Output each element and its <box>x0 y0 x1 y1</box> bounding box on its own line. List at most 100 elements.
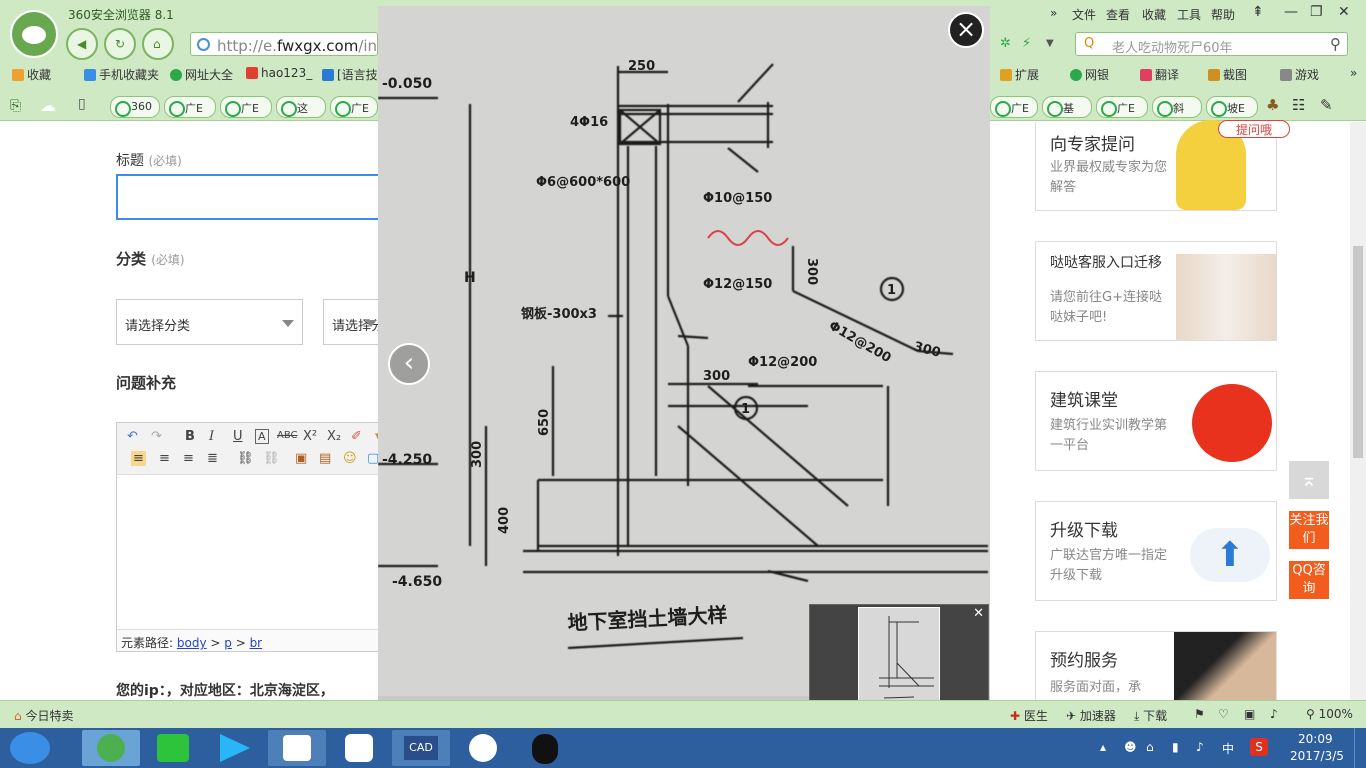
strikethrough-icon[interactable]: ABC <box>277 430 298 441</box>
tab-list-icon[interactable]: ⎘ <box>10 98 21 114</box>
bookmark-games[interactable]: 游戏 <box>1280 66 1319 83</box>
align-right-icon[interactable]: ≡ <box>183 451 194 466</box>
category-select-1[interactable]: 请选择分类 <box>116 299 303 345</box>
clock-time[interactable]: 20:09 <box>1298 732 1333 746</box>
thumbnail-image[interactable] <box>858 607 940 711</box>
speed-icon[interactable]: ⚡ <box>1022 36 1031 51</box>
tab-r5[interactable]: 坡E <box>1206 96 1258 118</box>
appointment-card[interactable]: 预约服务 服务面对面，承 <box>1035 631 1277 702</box>
image-icon[interactable]: ▣ <box>295 451 307 466</box>
bookmark-language[interactable]: [语言技 <box>322 66 378 83</box>
expert-card[interactable]: 向专家提问 业界最权威专家为您解答 提问哦 <box>1035 120 1290 211</box>
bookmark-more-icon[interactable]: » <box>1350 66 1357 80</box>
start-button[interactable] <box>10 732 50 764</box>
status-download[interactable]: ⤓ 下载 <box>1134 707 1167 724</box>
taskbar-media[interactable] <box>454 730 512 766</box>
taskbar-qq[interactable] <box>516 730 574 766</box>
italic-icon[interactable]: I <box>209 429 214 444</box>
dropdown-icon[interactable]: ▼ <box>1046 38 1054 49</box>
tab-r4[interactable]: 斜 <box>1152 96 1202 118</box>
link-icon[interactable]: ⛓ <box>237 451 254 466</box>
heart-icon[interactable]: ♡ <box>1218 707 1229 721</box>
back-to-top-icon[interactable]: ⌅ <box>1289 461 1329 499</box>
zoom-level[interactable]: ⚲ 100% <box>1306 707 1353 721</box>
download-card[interactable]: 升级下载 广联达官方唯一指定升级下载 ⬆ <box>1035 501 1277 601</box>
tab-r2[interactable]: 基 <box>1042 96 1092 118</box>
follow-us-button[interactable]: 关注我们 <box>1289 511 1329 549</box>
tray-network-icon[interactable]: ⌂ <box>1146 740 1154 754</box>
scrollbar-thumb[interactable] <box>1353 246 1363 458</box>
font-border-icon[interactable]: A <box>255 429 269 444</box>
plant-icon[interactable]: ♣ <box>1266 96 1279 114</box>
grid-icon[interactable]: ☷ <box>1292 96 1305 114</box>
thumbnail-close-icon[interactable]: ✕ <box>973 606 984 621</box>
security-icon[interactable]: ✲ <box>1000 36 1011 51</box>
bookmark-hao123[interactable]: hao123_ <box>246 66 312 80</box>
category-select-2[interactable]: 请选择分 <box>323 299 386 345</box>
align-left-icon[interactable]: ≡ <box>131 451 146 466</box>
menu-file[interactable]: 文件 <box>1072 6 1096 23</box>
bookmark-bank[interactable]: 网银 <box>1070 66 1109 83</box>
emoji-icon[interactable]: ☺ <box>343 451 357 466</box>
viewer-close-button[interactable]: × <box>948 12 984 48</box>
bookmark-sites[interactable]: 网址大全 <box>170 66 233 83</box>
menu-tools[interactable]: 工具 <box>1177 6 1201 23</box>
tab-360[interactable]: 360 <box>110 96 160 118</box>
search-icon[interactable]: ⚲ <box>1330 35 1341 53</box>
superscript-icon[interactable]: X² <box>303 429 317 444</box>
align-justify-icon[interactable]: ≣ <box>207 451 218 466</box>
back-button[interactable]: ◀ <box>66 28 98 60</box>
clock-date[interactable]: 2017/3/5 <box>1290 749 1344 763</box>
status-doctor[interactable]: ✚ 医生 <box>1010 707 1048 724</box>
path-p-link[interactable]: p <box>224 636 232 650</box>
home-button[interactable]: ⌂ <box>142 28 174 60</box>
rich-text-editor[interactable]: ↶ ↷ B I U A ABC X² X₂ ✐ ▾ ≡ ≡ ≡ ≣ ⛓ ⛓ ▣ … <box>116 422 386 652</box>
search-input[interactable]: Q 老人吃动物死尸60年 ⚲ <box>1075 32 1348 56</box>
taskbar-app4[interactable] <box>268 730 326 766</box>
taskbar-cad[interactable]: CAD <box>392 730 450 766</box>
bookmark-extensions[interactable]: 扩展 <box>1000 66 1039 83</box>
cloud-icon[interactable]: ☁ <box>40 96 56 115</box>
page-scrollbar[interactable] <box>1350 122 1366 700</box>
tray-ime[interactable]: 中 <box>1222 740 1234 757</box>
status-accelerator[interactable]: ✈ 加速器 <box>1066 707 1116 724</box>
qq-consult-button[interactable]: QQ咨询 <box>1289 561 1329 599</box>
tab-r3[interactable]: 广E <box>1096 96 1148 118</box>
tab-3[interactable]: 广E <box>220 96 272 118</box>
show-desktop-button[interactable] <box>1354 728 1366 768</box>
tray-battery-icon[interactable]: ▮ <box>1172 740 1179 754</box>
address-bar[interactable]: http://e.fwxgx.com/in <box>190 32 378 56</box>
unlink-icon[interactable]: ⛓ <box>263 451 280 466</box>
multi-image-icon[interactable]: ▤ <box>319 451 331 466</box>
redo-icon[interactable]: ↷ <box>151 429 162 444</box>
tab-4[interactable]: 这 <box>276 96 326 118</box>
align-center-icon[interactable]: ≡ <box>159 451 170 466</box>
tray-volume-icon[interactable]: ♪ <box>1196 740 1204 754</box>
skin-icon[interactable]: ⇞ <box>1252 4 1264 20</box>
bookmark-favorites[interactable]: 收藏 <box>12 66 51 83</box>
taskbar-iqiyi[interactable] <box>144 730 202 766</box>
tray-expand-icon[interactable]: ▴ <box>1100 740 1106 754</box>
maximize-icon[interactable]: ❐ <box>1310 4 1323 20</box>
tab-5[interactable]: 广E <box>330 96 378 118</box>
today-deals[interactable]: ⌂ 今日特卖 <box>14 707 73 724</box>
volume-icon[interactable]: ♪ <box>1270 707 1278 721</box>
menu-double-arrow-icon[interactable]: » <box>1050 6 1057 20</box>
title-input[interactable] <box>116 174 386 220</box>
bookmark-translate[interactable]: 翻译 <box>1140 66 1179 83</box>
flag-icon[interactable]: ⚑ <box>1194 707 1205 721</box>
edit-icon[interactable]: ✎ <box>1320 96 1333 114</box>
path-body-link[interactable]: body <box>177 636 207 650</box>
subscript-icon[interactable]: X₂ <box>327 429 341 444</box>
taskbar-app5[interactable] <box>330 730 388 766</box>
tray-sogou-icon[interactable]: S <box>1250 738 1268 756</box>
path-br-link[interactable]: br <box>250 636 263 650</box>
minimize-icon[interactable]: — <box>1284 4 1298 20</box>
tab-r1[interactable]: 广E <box>990 96 1038 118</box>
eraser-icon[interactable]: ✐ <box>351 429 362 444</box>
service-card[interactable]: 哒哒客服入口迁移 请您前往G+连接哒哒妹子吧! <box>1035 241 1277 341</box>
mobile-icon[interactable]: ▯ <box>78 96 86 112</box>
undo-icon[interactable]: ↶ <box>127 429 138 444</box>
taskbar-360-browser[interactable] <box>82 730 140 766</box>
underline-icon[interactable]: U <box>233 429 243 444</box>
